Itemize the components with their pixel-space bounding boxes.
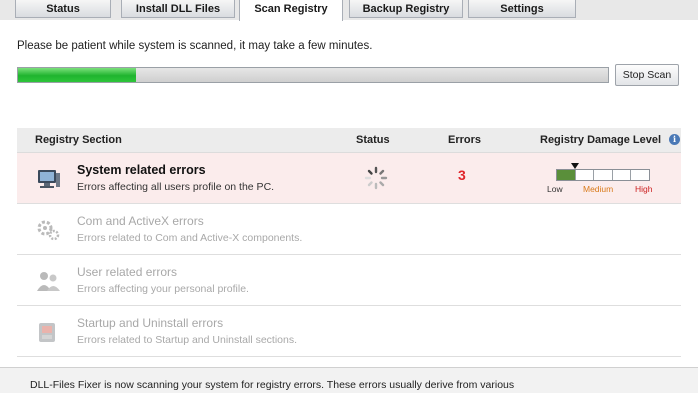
- header-status: Status: [356, 134, 390, 146]
- damage-medium-label: Medium: [583, 184, 614, 194]
- row-title: User related errors: [77, 265, 178, 279]
- table-row[interactable]: User related errors Errors affecting you…: [17, 255, 681, 306]
- row-title: System related errors: [77, 163, 206, 177]
- status-footer: DLL-Files Fixer is now scanning your sys…: [0, 367, 698, 393]
- meter-segment: [557, 170, 576, 180]
- startup-uninstall-icon: [39, 323, 55, 342]
- table-row[interactable]: System related errors Errors affecting a…: [17, 153, 681, 204]
- error-count: 3: [458, 167, 466, 183]
- header-errors: Errors: [448, 134, 482, 146]
- row-title: Com and ActiveX errors: [77, 214, 204, 228]
- header-registry-damage-level: Registry Damage Level: [540, 134, 662, 146]
- row-description: Errors affecting all users profile on th…: [77, 181, 275, 193]
- row-description: Errors affecting your personal profile.: [77, 283, 249, 295]
- users-icon: [37, 272, 60, 291]
- table-row[interactable]: Com and ActiveX errors Errors related to…: [17, 204, 681, 255]
- tab-backup-registry[interactable]: Backup Registry: [349, 0, 463, 18]
- row-description: Errors related to Startup and Uninstall …: [77, 334, 298, 346]
- row-title: Startup and Uninstall errors: [77, 316, 224, 330]
- scan-progress-fill: [18, 68, 136, 82]
- loading-spinner-icon: [364, 166, 388, 190]
- meter-segment: [613, 170, 632, 180]
- tab-install-dll-files[interactable]: Install DLL Files: [121, 0, 235, 18]
- computer-icon: [38, 170, 60, 188]
- scan-message: Please be patient while system is scanne…: [17, 40, 373, 52]
- row-description: Errors related to Com and Active-X compo…: [77, 232, 303, 244]
- tab-bar: Status Install DLL Files Scan Registry B…: [0, 0, 698, 21]
- tab-scan-registry[interactable]: Scan Registry: [239, 0, 343, 21]
- header-registry-section: Registry Section: [35, 134, 122, 146]
- meter-segment: [631, 170, 649, 180]
- meter-segment: [594, 170, 613, 180]
- registry-table: Registry Section Status Errors Registry …: [17, 128, 681, 357]
- table-header: Registry Section Status Errors Registry …: [17, 128, 681, 153]
- footer-text: DLL-Files Fixer is now scanning your sys…: [30, 379, 515, 391]
- table-row[interactable]: Startup and Uninstall errors Errors rela…: [17, 306, 681, 357]
- meter-segment: [576, 170, 595, 180]
- damage-high-label: High: [635, 184, 653, 194]
- gears-icon: [37, 220, 60, 241]
- damage-low-label: Low: [547, 184, 563, 194]
- stop-scan-button[interactable]: Stop Scan: [615, 64, 679, 86]
- damage-level-meter: [556, 169, 650, 181]
- tab-status[interactable]: Status: [15, 0, 111, 18]
- tab-settings[interactable]: Settings: [468, 0, 576, 18]
- scan-progress-bar: [17, 67, 609, 83]
- info-icon[interactable]: i: [669, 134, 680, 145]
